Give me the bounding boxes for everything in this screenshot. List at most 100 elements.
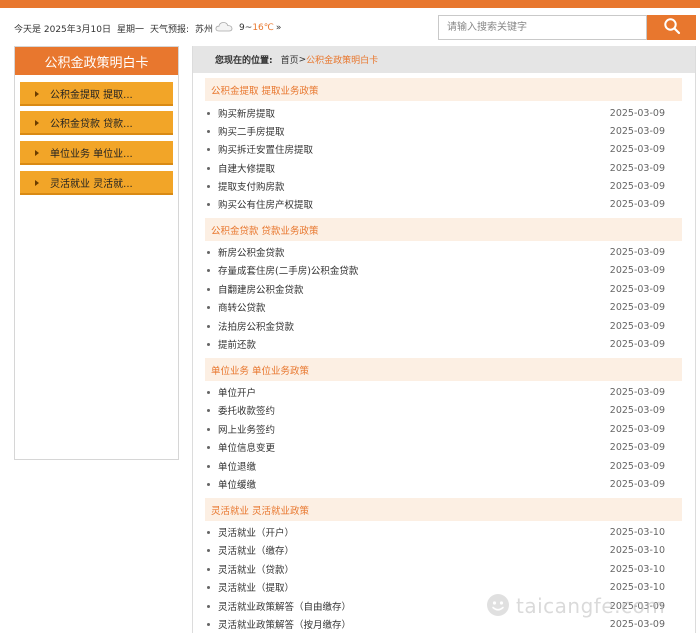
bullet [207, 390, 210, 394]
list-item[interactable]: 商转公贷款 2025-03-09 [205, 298, 665, 316]
list-item[interactable]: 自建大修提取 2025-03-09 [205, 159, 665, 177]
search-button[interactable] [647, 15, 696, 40]
list-item-title[interactable]: 灵活就业（开户） [218, 525, 605, 539]
weather-city: 苏州 [195, 24, 214, 35]
list-item-title[interactable]: 提取支付购房款 [218, 179, 605, 193]
list-item-title[interactable]: 存量成套住房(二手房)公积金贷款 [218, 263, 605, 277]
list-item[interactable]: 购买拆迁安置住房提取 2025-03-09 [205, 140, 665, 158]
list-item[interactable]: 灵活就业政策解答（自由缴存） 2025-03-09 [205, 597, 665, 615]
bullet [207, 250, 210, 254]
sidebar-item-label: 公积金贷款 贷款... [50, 118, 133, 130]
list-item-title[interactable]: 灵活就业政策解答（按月缴存） [218, 617, 605, 631]
list-item[interactable]: 单位退缴 2025-03-09 [205, 457, 665, 475]
sidebar-item-label: 灵活就业 灵活就... [50, 178, 133, 190]
current-date: 今天是 2025年3月10日 [14, 24, 111, 35]
list-item-title[interactable]: 单位缓缴 [218, 477, 605, 491]
list-item[interactable]: 购买新房提取 2025-03-09 [205, 104, 665, 122]
list-item-date: 2025-03-09 [609, 198, 665, 210]
weather-temp-high: 16℃ [252, 23, 274, 33]
bullet [207, 548, 210, 552]
breadcrumb-home-link[interactable]: 首页 [281, 53, 299, 66]
sidebar-item-flexible[interactable]: 灵活就业 灵活就... [20, 171, 173, 195]
bullet [207, 287, 210, 291]
list-item-title[interactable]: 自建大修提取 [218, 161, 605, 175]
list-item[interactable]: 灵活就业（提取） 2025-03-10 [205, 578, 665, 596]
weather-more-link[interactable]: » [276, 23, 282, 33]
list-item[interactable]: 购买公有住房产权提取 2025-03-09 [205, 195, 665, 213]
list-item-title[interactable]: 灵活就业政策解答（自由缴存） [218, 599, 605, 613]
sidebar-item-employer[interactable]: 单位业务 单位业... [20, 141, 173, 165]
main-content: 您现在的位置: 首页 > 公积金政策明白卡 公积金提取 提取业务政策 购买新房提… [192, 46, 696, 633]
search-icon [663, 17, 681, 38]
weather-temp-low: 9~ [239, 23, 253, 33]
bullet [207, 622, 210, 626]
sidebar-item-withdrawal[interactable]: 公积金提取 提取... [20, 82, 173, 106]
sidebar: 公积金政策明白卡 公积金提取 提取... 公积金贷款 贷款... 单位业务 单位… [14, 46, 179, 460]
section-header-employer[interactable]: 单位业务 单位业务政策 [205, 358, 682, 381]
list-item-title[interactable]: 商转公贷款 [218, 300, 605, 314]
list-item-title[interactable]: 购买新房提取 [218, 106, 605, 120]
list-item[interactable]: 灵活就业（缴存） 2025-03-10 [205, 541, 665, 559]
bullet [207, 464, 210, 468]
list-item[interactable]: 单位信息变更 2025-03-09 [205, 438, 665, 456]
section-header-withdrawal[interactable]: 公积金提取 提取业务政策 [205, 78, 682, 101]
breadcrumb: 您现在的位置: 首页 > 公积金政策明白卡 [193, 46, 695, 73]
bullet [207, 342, 210, 346]
list-item[interactable]: 单位开户 2025-03-09 [205, 383, 665, 401]
info-bar: 今天是 2025年3月10日 星期一 天气预报: 苏州 9~ 16℃ » [14, 21, 287, 35]
sidebar-item-loan[interactable]: 公积金贷款 贷款... [20, 111, 173, 135]
list-item[interactable]: 网上业务签约 2025-03-09 [205, 420, 665, 438]
list-item[interactable]: 单位缓缴 2025-03-09 [205, 475, 665, 493]
list-item-title[interactable]: 委托收款签约 [218, 403, 605, 417]
list-item[interactable]: 购买二手房提取 2025-03-09 [205, 122, 665, 140]
top-accent-bar [0, 0, 700, 8]
list-item-title[interactable]: 购买拆迁安置住房提取 [218, 142, 605, 156]
breadcrumb-label: 您现在的位置: [215, 56, 273, 66]
list-item[interactable]: 法拍房公积金贷款 2025-03-09 [205, 317, 665, 335]
list-item-title[interactable]: 购买公有住房产权提取 [218, 197, 605, 211]
list-item-title[interactable]: 单位退缴 [218, 459, 605, 473]
list-item-date: 2025-03-09 [609, 460, 665, 472]
bullet [207, 111, 210, 115]
list-item-title[interactable]: 法拍房公积金贷款 [218, 319, 605, 333]
list-item-date: 2025-03-10 [609, 544, 665, 556]
list-item-title[interactable]: 单位信息变更 [218, 440, 605, 454]
bullet [207, 530, 210, 534]
search-box [438, 15, 647, 40]
list-item-title[interactable]: 单位开户 [218, 385, 605, 399]
cloud-icon [215, 21, 233, 35]
list-item[interactable]: 自翻建房公积金贷款 2025-03-09 [205, 280, 665, 298]
list-item-date: 2025-03-09 [609, 386, 665, 398]
list-item[interactable]: 灵活就业（开户） 2025-03-10 [205, 523, 665, 541]
list-item-title[interactable]: 自翻建房公积金贷款 [218, 282, 605, 296]
list-item-date: 2025-03-10 [609, 526, 665, 538]
bullet [207, 604, 210, 608]
list-item[interactable]: 灵活就业（贷款） 2025-03-10 [205, 560, 665, 578]
bullet [207, 324, 210, 328]
list-item-title[interactable]: 网上业务签约 [218, 422, 605, 436]
list-item[interactable]: 提取支付购房款 2025-03-09 [205, 177, 665, 195]
search-input[interactable] [439, 16, 646, 39]
list-item-title[interactable]: 灵活就业（贷款） [218, 562, 605, 576]
list-item[interactable]: 新房公积金贷款 2025-03-09 [205, 243, 665, 261]
section-header-loan[interactable]: 公积金贷款 贷款业务政策 [205, 218, 682, 241]
list-item-title[interactable]: 灵活就业（缴存） [218, 543, 605, 557]
list-item-date: 2025-03-09 [609, 246, 665, 258]
list-item[interactable]: 提前还款 2025-03-09 [205, 335, 665, 353]
breadcrumb-current[interactable]: 公积金政策明白卡 [306, 53, 378, 66]
weekday: 星期一 [116, 24, 144, 35]
bullet [207, 166, 210, 170]
list-item-title[interactable]: 购买二手房提取 [218, 124, 605, 138]
bullet [207, 427, 210, 431]
section-header-flexible[interactable]: 灵活就业 灵活就业政策 [205, 498, 682, 521]
list-item-title[interactable]: 灵活就业（提取） [218, 580, 605, 594]
list-item-date: 2025-03-09 [609, 143, 665, 155]
list-item[interactable]: 存量成套住房(二手房)公积金贷款 2025-03-09 [205, 261, 665, 279]
list-item[interactable]: 灵活就业政策解答（按月缴存） 2025-03-09 [205, 615, 665, 633]
sidebar-item-label: 单位业务 单位业... [50, 148, 133, 160]
bullet [207, 408, 210, 412]
list-item-title[interactable]: 新房公积金贷款 [218, 245, 605, 259]
list-item[interactable]: 委托收款签约 2025-03-09 [205, 401, 665, 419]
list-item-title[interactable]: 提前还款 [218, 337, 605, 351]
list-item-date: 2025-03-09 [609, 600, 665, 612]
